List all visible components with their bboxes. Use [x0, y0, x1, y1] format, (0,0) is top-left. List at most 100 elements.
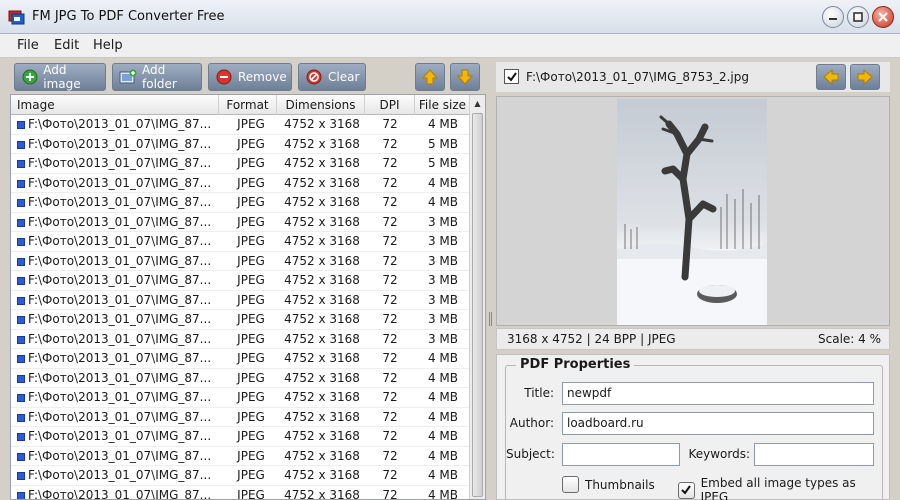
preview-checkbox[interactable]	[504, 69, 519, 84]
pane-splitter[interactable]	[487, 58, 495, 500]
cell-dpi-text: 72	[382, 253, 398, 268]
cell-image-path-text: F:\Фото\2013_01_07\IMG_87...	[28, 331, 212, 346]
table-row[interactable]: F:\Фото\2013_01_07\IMG_87... JPEG 4752 x 3…	[11, 466, 471, 486]
move-down-button[interactable]	[450, 63, 480, 91]
table-row[interactable]: F:\Фото\2013_01_07\IMG_87... JPEG 4752 x 3…	[11, 174, 471, 193]
table-row[interactable]: F:\Фото\2013_01_07\IMG_87... JPEG 4752 x 3…	[11, 193, 471, 213]
preview-path: F:\Фото\2013_01_07\IMG_8753_2.jpg	[526, 70, 749, 84]
embed-jpeg-checkbox[interactable]	[678, 481, 695, 499]
menu-help[interactable]: Help	[93, 38, 123, 53]
scroll-thumb[interactable]	[472, 113, 483, 497]
add-folder-button[interactable]: Add folder	[112, 63, 202, 91]
cell-dpi-text: 72	[382, 214, 398, 229]
image-file-icon	[17, 413, 25, 422]
column-format[interactable]: Format	[219, 95, 277, 115]
toolbar: Add image Add folder Remove Clear	[10, 62, 486, 92]
table-row[interactable]: F:\Фото\2013_01_07\IMG_87... JPEG 4752 x 3…	[11, 213, 471, 232]
keywords-input[interactable]	[754, 443, 874, 466]
author-input[interactable]: loadboard.ru	[562, 412, 874, 435]
add-image-button[interactable]: Add image	[14, 63, 106, 91]
subject-input[interactable]	[562, 443, 680, 466]
scroll-up-icon[interactable]: ▲	[470, 95, 485, 111]
next-image-button[interactable]	[850, 64, 880, 90]
cell-dimensions: 4752 x 3168	[279, 349, 365, 368]
table-row[interactable]: F:\Фото\2013_01_07\IMG_87... JPEG 4752 x 3…	[11, 388, 471, 408]
table-row[interactable]: F:\Фото\2013_01_07\IMG_87... JPEG 4752 x 3…	[11, 486, 471, 499]
cell-image-path: F:\Фото\2013_01_07\IMG_87...	[17, 154, 223, 173]
cell-format-text: JPEG	[237, 117, 265, 131]
table-row[interactable]: F:\Фото\2013_01_07\IMG_87... JPEG 4752 x 3…	[11, 271, 471, 291]
cell-dpi-text: 72	[382, 448, 398, 463]
table-row[interactable]: F:\Фото\2013_01_07\IMG_87... JPEG 4752 x 3…	[11, 154, 471, 174]
cell-dimensions-text: 4752 x 3168	[284, 136, 360, 151]
cell-image-path: F:\Фото\2013_01_07\IMG_87...	[17, 135, 223, 154]
cell-dimensions-text: 4752 x 3168	[284, 175, 360, 190]
column-dimensions[interactable]: Dimensions	[277, 95, 365, 115]
table-row[interactable]: F:\Фото\2013_01_07\IMG_87... JPEG 4752 x 3…	[11, 349, 471, 369]
cell-dpi-text: 72	[382, 312, 398, 326]
table-row[interactable]: F:\Фото\2013_01_07\IMG_87... JPEG 4752 x 3…	[11, 408, 471, 427]
cell-file-size: 4 MB	[415, 369, 471, 388]
table-row[interactable]: F:\Фото\2013_01_07\IMG_87... JPEG 4752 x 3…	[11, 135, 471, 154]
cell-dimensions-text: 4752 x 3168	[284, 253, 360, 268]
maximize-button[interactable]	[847, 6, 869, 28]
cell-file-size: 3 MB	[415, 213, 471, 232]
embed-jpeg-option[interactable]: Embed all image types as JPEG	[678, 476, 882, 500]
cell-dpi-text: 72	[382, 156, 398, 170]
cell-file-size: 4 MB	[415, 466, 471, 485]
cell-dpi-text: 72	[382, 370, 398, 385]
table-row[interactable]: F:\Фото\2013_01_07\IMG_87... JPEG 4752 x 3…	[11, 115, 471, 135]
close-button[interactable]	[872, 6, 894, 28]
title-label: Title:	[524, 386, 554, 400]
cell-file-size-text: 4 MB	[427, 390, 459, 404]
cell-dpi: 72	[365, 408, 415, 427]
column-dpi[interactable]: DPI	[365, 95, 415, 115]
table-row[interactable]: F:\Фото\2013_01_07\IMG_87... JPEG 4752 x 3…	[11, 369, 471, 388]
minimize-button[interactable]	[822, 6, 844, 28]
subject-label: Subject:	[506, 447, 555, 461]
preview-pane: F:\Фото\2013_01_07\IMG_8753_2.jpg 3168 x…	[496, 58, 894, 500]
cell-image-path-text: F:\Фото\2013_01_07\IMG_87...	[28, 234, 212, 248]
clear-button[interactable]: Clear	[298, 63, 366, 91]
table-row[interactable]: F:\Фото\2013_01_07\IMG_87... JPEG 4752 x 3…	[11, 427, 471, 447]
table-row[interactable]: F:\Фото\2013_01_07\IMG_87... JPEG 4752 x 3…	[11, 310, 471, 330]
table-scrollbar[interactable]: ▲	[469, 95, 485, 499]
table-row[interactable]: F:\Фото\2013_01_07\IMG_87... JPEG 4752 x 3…	[11, 252, 471, 271]
cell-dpi: 72	[365, 174, 415, 193]
cell-format-text: JPEG	[237, 448, 265, 463]
cell-image-path-text: F:\Фото\2013_01_07\IMG_87...	[28, 351, 212, 365]
column-image[interactable]: Image	[11, 95, 219, 115]
image-file-icon	[17, 335, 25, 344]
table-row[interactable]: F:\Фото\2013_01_07\IMG_87... JPEG 4752 x 3…	[11, 291, 471, 310]
table-row[interactable]: F:\Фото\2013_01_07\IMG_87... JPEG 4752 x 3…	[11, 447, 471, 466]
table-row[interactable]: F:\Фото\2013_01_07\IMG_87... JPEG 4752 x 3…	[11, 232, 471, 252]
menu-file[interactable]: File	[17, 38, 39, 53]
thumbnails-option[interactable]: Thumbnails	[562, 476, 655, 493]
cell-file-size: 3 MB	[415, 310, 471, 329]
table-row[interactable]: F:\Фото\2013_01_07\IMG_87... JPEG 4752 x 3…	[11, 330, 471, 349]
cell-dimensions-text: 4752 x 3168	[284, 195, 360, 209]
previous-image-button[interactable]	[816, 64, 846, 90]
remove-button[interactable]: Remove	[208, 63, 292, 91]
title-input[interactable]: newpdf	[562, 382, 874, 405]
cell-dimensions: 4752 x 3168	[279, 213, 365, 232]
thumbnails-label: Thumbnails	[585, 477, 655, 492]
image-file-icon	[17, 394, 25, 402]
author-label: Author:	[509, 416, 554, 430]
preview-photo	[617, 99, 767, 325]
image-file-icon	[17, 472, 25, 480]
cell-dpi-text: 72	[382, 136, 398, 151]
move-up-button[interactable]	[415, 63, 445, 91]
thumbnails-checkbox[interactable]	[562, 476, 579, 493]
cell-dpi-text: 72	[382, 195, 398, 209]
cell-format: JPEG	[223, 310, 279, 329]
splitter-grip	[489, 312, 492, 326]
snowy-tree-image	[617, 115, 767, 325]
cell-image-path: F:\Фото\2013_01_07\IMG_87...	[17, 408, 223, 427]
cell-dpi: 72	[365, 291, 415, 310]
menu-edit[interactable]: Edit	[54, 38, 79, 53]
cell-dpi-text: 72	[382, 429, 398, 443]
column-file-size[interactable]: File size	[415, 95, 471, 115]
cell-image-path-text: F:\Фото\2013_01_07\IMG_87...	[28, 429, 212, 443]
cell-file-size-text: 3 MB	[427, 312, 459, 326]
